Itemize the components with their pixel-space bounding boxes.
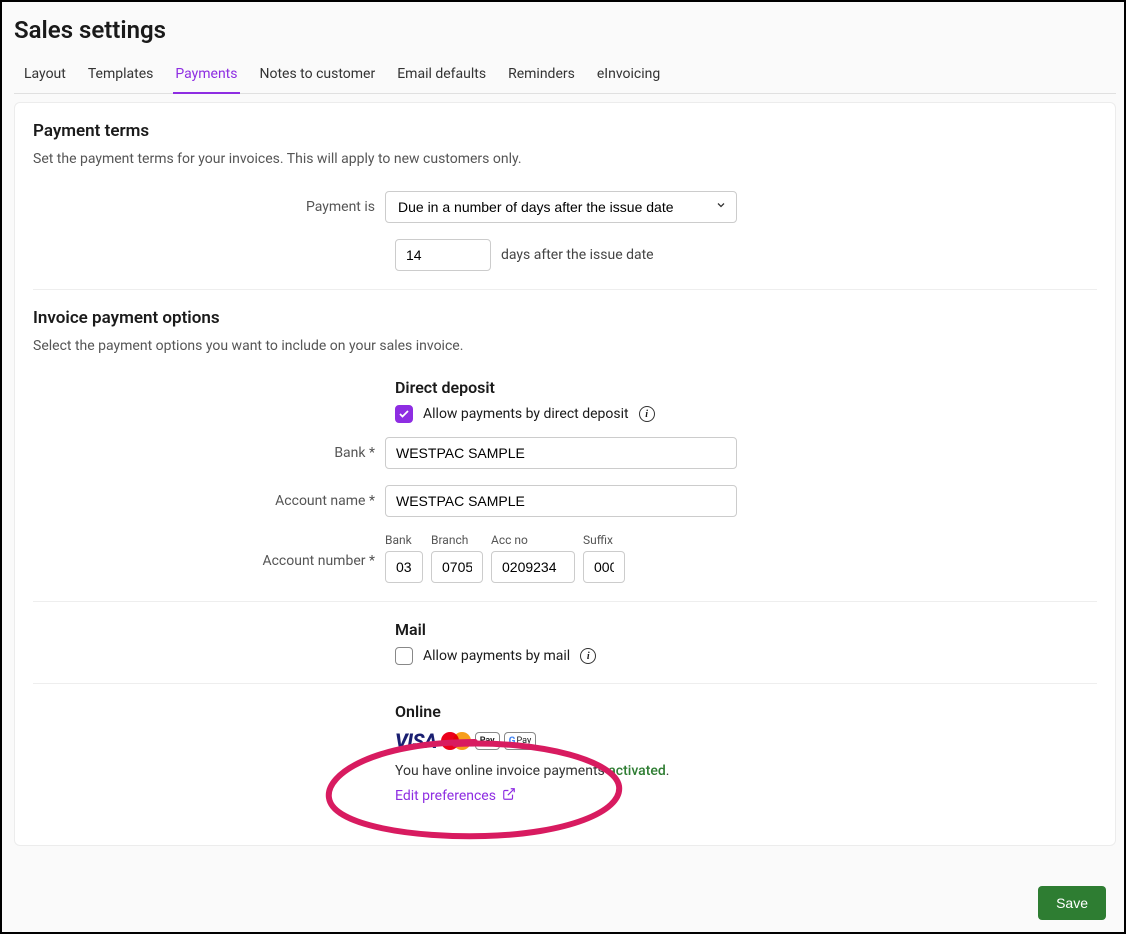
divider	[33, 289, 1097, 290]
acct-branch-label: Branch	[431, 533, 483, 547]
activated-word: activated	[608, 763, 666, 779]
payment-is-label: Payment is	[33, 199, 385, 215]
mail-checkbox[interactable]	[395, 647, 413, 665]
info-icon[interactable]: i	[639, 406, 655, 422]
account-number-label: Account number	[33, 533, 385, 569]
acct-accno-label: Acc no	[491, 533, 575, 547]
payment-is-select[interactable]: Due in a number of days after the issue …	[385, 191, 737, 223]
tab-email-defaults[interactable]: Email defaults	[395, 58, 488, 93]
tabs: Layout Templates Payments Notes to custo…	[14, 58, 1116, 94]
divider	[33, 601, 1097, 602]
invoice-options-heading: Invoice payment options	[33, 308, 1097, 328]
payment-terms-desc: Set the payment terms for your invoices.…	[33, 151, 1097, 167]
account-name-input[interactable]	[385, 485, 737, 517]
mastercard-icon	[441, 731, 471, 751]
payment-terms-heading: Payment terms	[33, 121, 1097, 141]
invoice-options-desc: Select the payment options you want to i…	[33, 338, 1097, 354]
direct-deposit-checkbox[interactable]	[395, 405, 413, 423]
mail-heading: Mail	[395, 620, 1097, 639]
bank-label: Bank	[33, 445, 385, 461]
google-pay-icon: G Pay	[504, 732, 537, 750]
direct-deposit-checkbox-label: Allow payments by direct deposit	[423, 406, 629, 422]
acct-bank-input[interactable]	[385, 551, 423, 583]
mail-checkbox-label: Allow payments by mail	[423, 648, 570, 664]
bank-input[interactable]	[385, 437, 737, 469]
acct-branch-input[interactable]	[431, 551, 483, 583]
payment-logos: VISA Pay G Pay	[395, 729, 1097, 753]
page-title: Sales settings	[14, 16, 1116, 44]
online-heading: Online	[395, 702, 1097, 721]
tab-notes-to-customer[interactable]: Notes to customer	[258, 58, 378, 93]
tab-einvoicing[interactable]: eInvoicing	[595, 58, 662, 93]
direct-deposit-heading: Direct deposit	[395, 378, 1097, 397]
save-button[interactable]: Save	[1038, 886, 1106, 920]
visa-icon: VISA	[395, 729, 437, 753]
account-name-label: Account name	[33, 493, 385, 509]
acct-suffix-input[interactable]	[583, 551, 625, 583]
acct-suffix-label: Suffix	[583, 533, 625, 547]
days-suffix-label: days after the issue date	[501, 247, 654, 263]
tab-templates[interactable]: Templates	[86, 58, 156, 93]
acct-accno-input[interactable]	[491, 551, 575, 583]
edit-preferences-link[interactable]: Edit preferences	[395, 787, 516, 805]
online-status: You have online invoice payments activat…	[395, 763, 1097, 779]
days-input[interactable]	[395, 239, 491, 271]
settings-card: Payment terms Set the payment terms for …	[14, 102, 1116, 846]
acct-bank-label: Bank	[385, 533, 423, 547]
tab-layout[interactable]: Layout	[22, 58, 68, 93]
tab-reminders[interactable]: Reminders	[506, 58, 577, 93]
tab-payments[interactable]: Payments	[173, 58, 239, 94]
info-icon[interactable]: i	[580, 648, 596, 664]
apple-pay-icon: Pay	[475, 732, 500, 750]
divider	[33, 683, 1097, 684]
external-link-icon	[502, 787, 516, 805]
